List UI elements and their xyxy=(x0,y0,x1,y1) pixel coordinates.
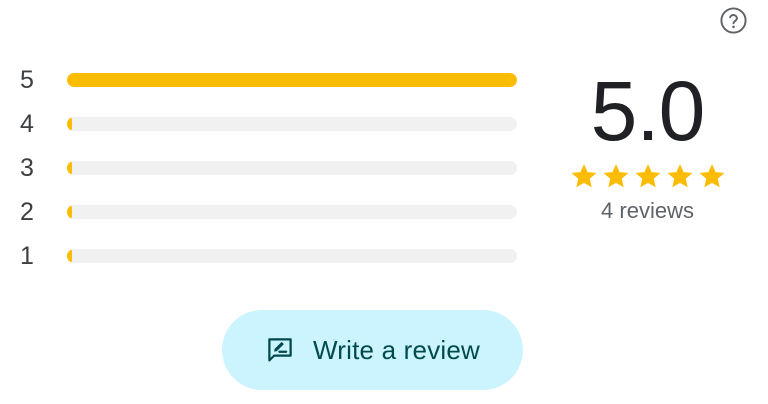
rating-row-5[interactable]: 5 xyxy=(18,58,523,102)
star-rating xyxy=(560,162,735,190)
rating-label: 5 xyxy=(20,66,34,94)
star-icon xyxy=(634,162,662,190)
rating-bar-track xyxy=(67,161,517,175)
rating-row-4[interactable]: 4 xyxy=(18,102,523,146)
write-review-button[interactable]: Write a review xyxy=(222,310,523,390)
help-icon[interactable] xyxy=(719,6,748,35)
rating-bar-track xyxy=(67,73,517,87)
star-icon xyxy=(570,162,598,190)
write-review-label: Write a review xyxy=(312,334,481,365)
rating-distribution: 5 4 3 2 1 xyxy=(18,58,523,278)
rating-label: 1 xyxy=(20,242,34,270)
rating-bar-track xyxy=(67,249,517,263)
rating-label: 3 xyxy=(20,154,34,182)
rating-row-2[interactable]: 2 xyxy=(18,190,523,234)
rating-bar-fill xyxy=(67,205,72,219)
reviews-summary-panel: 5 4 3 2 1 5.0 4 reviews Write a review xyxy=(0,0,768,404)
rating-bar-fill xyxy=(67,73,517,87)
rating-summary: 5.0 4 reviews xyxy=(560,66,735,224)
rating-bar-fill xyxy=(67,117,72,131)
rating-bar-track xyxy=(67,117,517,131)
average-rating: 5.0 xyxy=(590,64,706,158)
rating-bar-track xyxy=(67,205,517,219)
rating-bar-fill xyxy=(67,249,72,263)
star-icon xyxy=(698,162,726,190)
rating-row-1[interactable]: 1 xyxy=(18,234,523,278)
review-count-link[interactable]: 4 reviews xyxy=(560,198,735,224)
rating-label: 4 xyxy=(20,110,34,138)
star-icon xyxy=(666,162,694,190)
rating-bar-fill xyxy=(67,161,72,175)
rating-label: 2 xyxy=(20,198,34,226)
star-icon xyxy=(602,162,630,190)
rate-review-icon xyxy=(265,335,295,365)
rating-row-3[interactable]: 3 xyxy=(18,146,523,190)
